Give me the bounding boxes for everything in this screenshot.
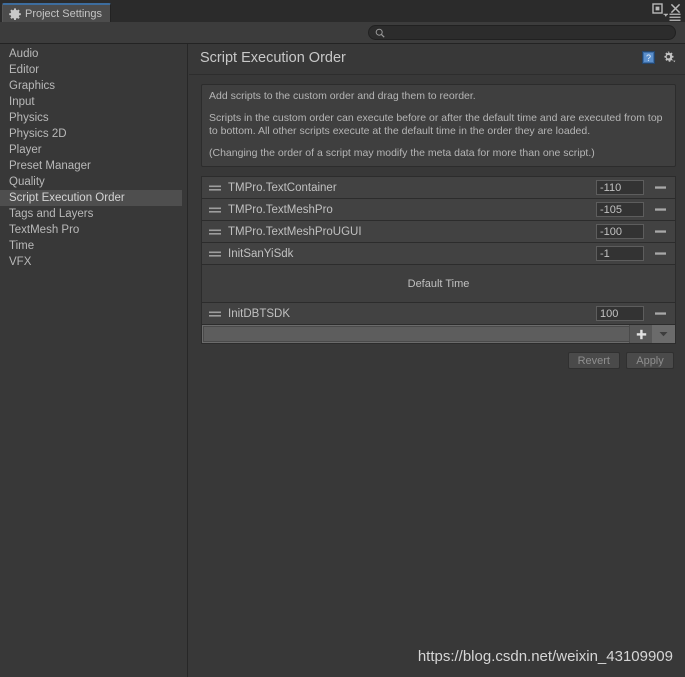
- order-input[interactable]: [596, 246, 644, 261]
- script-order-list: TMPro.TextContainer TMPro.TextMeshPro: [201, 176, 676, 344]
- drag-handle-icon[interactable]: [209, 250, 221, 258]
- search-icon: [375, 28, 385, 38]
- sidebar-item-physics[interactable]: Physics: [0, 110, 187, 126]
- sidebar-item-quality[interactable]: Quality: [0, 174, 187, 190]
- order-input[interactable]: [596, 224, 644, 239]
- order-input[interactable]: [596, 180, 644, 195]
- add-script-field[interactable]: [203, 326, 631, 342]
- script-name: TMPro.TextContainer: [228, 181, 337, 194]
- sidebar-item-time[interactable]: Time: [0, 238, 187, 254]
- default-time-label: Default Time: [407, 277, 470, 290]
- revert-button[interactable]: Revert: [567, 352, 620, 369]
- chevron-down-icon: [659, 332, 667, 337]
- add-script-dropdown[interactable]: [654, 325, 672, 343]
- minus-icon[interactable]: [654, 307, 667, 320]
- search-toolbar: [0, 22, 685, 44]
- gear-icon: [9, 7, 21, 20]
- table-row[interactable]: TMPro.TextMeshPro: [202, 198, 675, 220]
- minus-icon[interactable]: [654, 225, 667, 238]
- script-name: InitDBTSDK: [228, 307, 290, 320]
- script-name: TMPro.TextMeshPro: [228, 203, 333, 216]
- default-time-divider: Default Time: [202, 264, 675, 302]
- minus-icon[interactable]: [654, 203, 667, 216]
- sidebar-item-editor[interactable]: Editor: [0, 62, 187, 78]
- sidebar-item-audio[interactable]: Audio: [0, 46, 187, 62]
- minus-icon[interactable]: [654, 247, 667, 260]
- search-input[interactable]: [389, 27, 659, 38]
- help-line-3: (Changing the order of a script may modi…: [209, 147, 595, 159]
- sidebar-item-physics-2d[interactable]: Physics 2D: [0, 126, 187, 142]
- sidebar-item-preset-manager[interactable]: Preset Manager: [0, 158, 187, 174]
- sidebar-item-vfx[interactable]: VFX: [0, 254, 187, 270]
- unity-project-settings-window: Project Settings Audio Editor Graphics I…: [0, 0, 685, 677]
- drag-handle-icon[interactable]: [209, 228, 221, 236]
- tab-project-settings[interactable]: Project Settings: [2, 3, 112, 22]
- script-name: InitSanYiSdk: [228, 247, 294, 260]
- content-header: Script Execution Order ?: [189, 44, 685, 75]
- sidebar-item-tags-and-layers[interactable]: Tags and Layers: [0, 206, 187, 222]
- action-buttons: Revert Apply: [189, 352, 674, 369]
- maximize-icon[interactable]: [652, 3, 663, 14]
- table-row[interactable]: InitSanYiSdk: [202, 242, 675, 264]
- order-input[interactable]: [596, 306, 644, 321]
- plus-icon: [636, 329, 646, 339]
- hamburger-menu-icon[interactable]: [663, 13, 681, 22]
- tab-label: Project Settings: [25, 7, 103, 20]
- svg-text:?: ?: [646, 53, 651, 63]
- gear-dropdown-icon[interactable]: [662, 51, 676, 64]
- minus-icon[interactable]: [654, 181, 667, 194]
- table-row[interactable]: TMPro.TextMeshProUGUI: [202, 220, 675, 242]
- titlebar: Project Settings: [0, 0, 685, 22]
- order-input[interactable]: [596, 202, 644, 217]
- page-title: Script Execution Order: [200, 50, 346, 66]
- help-line-2: Scripts in the custom order can execute …: [209, 112, 663, 137]
- table-row[interactable]: InitDBTSDK: [202, 302, 675, 324]
- settings-content: Script Execution Order ? Add scripts to …: [189, 44, 685, 677]
- help-line-1: Add scripts to the custom order and drag…: [209, 90, 476, 102]
- drag-handle-icon[interactable]: [209, 310, 221, 318]
- settings-sidebar[interactable]: Audio Editor Graphics Input Physics Phys…: [0, 44, 188, 677]
- sidebar-item-script-execution-order[interactable]: Script Execution Order: [0, 190, 182, 206]
- sidebar-item-graphics[interactable]: Graphics: [0, 78, 187, 94]
- add-script-button[interactable]: [629, 325, 652, 343]
- apply-button[interactable]: Apply: [626, 352, 674, 369]
- help-book-icon[interactable]: ?: [642, 51, 655, 64]
- header-icons: ?: [642, 51, 676, 64]
- help-box: Add scripts to the custom order and drag…: [201, 84, 676, 167]
- add-script-bar: [202, 324, 675, 343]
- table-row[interactable]: TMPro.TextContainer: [202, 176, 675, 198]
- sidebar-item-textmesh-pro[interactable]: TextMesh Pro: [0, 222, 187, 238]
- watermark: https://blog.csdn.net/weixin_43109909: [417, 648, 673, 665]
- drag-handle-icon[interactable]: [209, 184, 221, 192]
- sidebar-item-player[interactable]: Player: [0, 142, 187, 158]
- search-box[interactable]: [368, 25, 676, 40]
- script-name: TMPro.TextMeshProUGUI: [228, 225, 362, 238]
- drag-handle-icon[interactable]: [209, 206, 221, 214]
- sidebar-item-input[interactable]: Input: [0, 94, 187, 110]
